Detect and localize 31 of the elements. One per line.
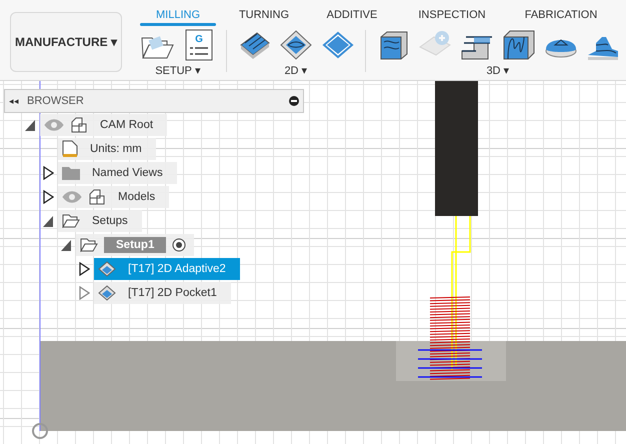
wave-block-icon bbox=[502, 29, 536, 61]
document-ruler-icon bbox=[62, 140, 78, 158]
tree-item[interactable]: Setups bbox=[58, 210, 142, 232]
group-menu-button[interactable]: SETUP ▾ bbox=[153, 62, 203, 79]
tree-item[interactable]: Units: mm bbox=[58, 138, 156, 160]
folder-icon bbox=[62, 166, 80, 180]
tree-item[interactable]: Models bbox=[58, 186, 170, 208]
group-menu-button[interactable]: 2D ▾ bbox=[282, 62, 310, 79]
workspace-menu-button[interactable]: MANUFACTURE ▾ bbox=[10, 12, 122, 72]
ribbon-tab[interactable]: ADDITIVE bbox=[306, 0, 398, 26]
origin-marker bbox=[32, 423, 48, 439]
ribbon-tab[interactable]: FABRICATION bbox=[506, 0, 616, 26]
panel-title: BROWSER bbox=[27, 95, 85, 107]
open-folder-icon bbox=[62, 214, 80, 228]
ribbon-tab[interactable]: TURNING bbox=[222, 0, 306, 26]
collapse-button[interactable]: ◂◂ bbox=[9, 96, 19, 106]
minimize-icon[interactable] bbox=[289, 96, 299, 106]
pocket-icon bbox=[98, 285, 116, 301]
operation-item[interactable]: [T17] 2D Pocket1 bbox=[94, 282, 231, 304]
tree-item[interactable]: Named Views bbox=[58, 162, 177, 184]
pocket-icon bbox=[98, 261, 116, 277]
tool-button[interactable]: G bbox=[180, 28, 218, 62]
code-document-icon: G bbox=[185, 29, 213, 61]
tree-item[interactable]: CAM Root bbox=[40, 114, 168, 136]
component-icon bbox=[88, 188, 106, 206]
group-menu-button[interactable]: 3D ▾ bbox=[484, 62, 512, 79]
active-setup-icon bbox=[172, 238, 186, 252]
ribbon-tab[interactable]: INSPECTION bbox=[398, 0, 506, 26]
component-icon bbox=[70, 116, 88, 134]
open-folder-icon bbox=[80, 238, 98, 252]
pocket-icon bbox=[279, 29, 313, 61]
